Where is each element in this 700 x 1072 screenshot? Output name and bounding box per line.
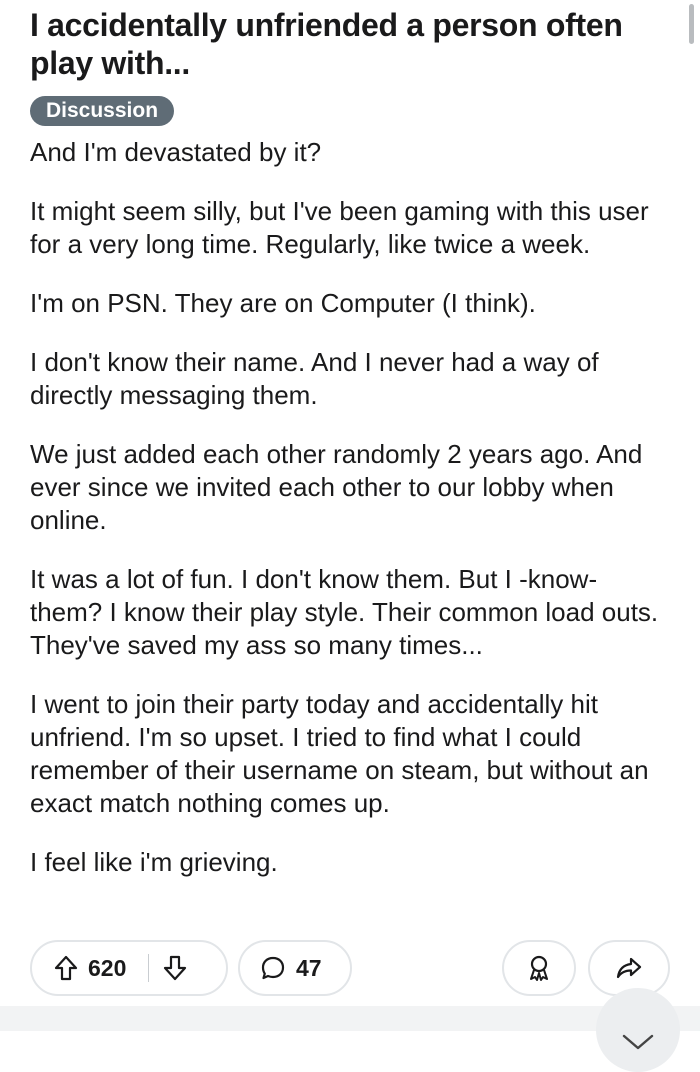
vote-control: 620 — [30, 940, 228, 996]
arrow-up-icon[interactable] — [54, 955, 78, 981]
post-body: And I'm devastated by it? It might seem … — [30, 136, 670, 879]
post-paragraph: And I'm devastated by it? — [30, 137, 322, 167]
award-icon — [526, 954, 552, 982]
arrow-down-icon[interactable] — [163, 955, 187, 981]
post: I accidentally unfriended a person often… — [30, 6, 670, 879]
bottom-bar — [0, 1006, 700, 1031]
post-flair-badge[interactable]: Discussion — [30, 96, 175, 126]
vote-divider — [148, 954, 150, 982]
share-arrow-icon — [615, 955, 643, 981]
post-action-bar: 620 47 — [30, 940, 670, 998]
post-paragraph: We just added each other randomly 2 year… — [30, 439, 643, 535]
award-button[interactable] — [502, 940, 576, 996]
scroll-down-button[interactable] — [596, 988, 680, 1072]
chevron-down-icon — [621, 1012, 655, 1072]
post-paragraph: It might seem silly, but I've been gamin… — [30, 196, 649, 259]
speech-bubble-icon — [260, 955, 286, 981]
comment-count: 47 — [296, 954, 322, 981]
post-title[interactable]: I accidentally unfriended a person often… — [30, 6, 660, 82]
post-paragraph: It was a lot of fun. I don't know them. … — [30, 564, 659, 660]
post-paragraph: I'm on PSN. They are on Computer (I thin… — [30, 288, 536, 318]
page-scroll-indicator[interactable] — [689, 4, 694, 44]
post-paragraph: I went to join their party today and acc… — [30, 689, 649, 818]
post-paragraph: I don't know their name. And I never had… — [30, 347, 599, 410]
post-paragraph: I feel like i'm grieving. — [30, 847, 278, 877]
vote-count: 620 — [88, 954, 127, 981]
comments-button[interactable]: 47 — [238, 940, 352, 996]
share-button[interactable] — [588, 940, 670, 996]
